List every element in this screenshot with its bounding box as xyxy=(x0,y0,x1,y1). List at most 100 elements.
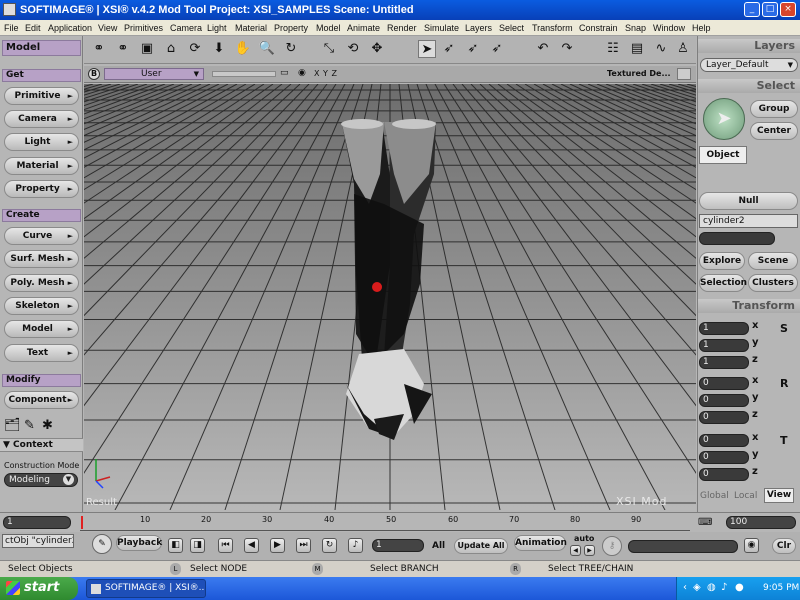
script-editor-icon[interactable]: ✎ xyxy=(92,534,112,554)
frame-selection-icon[interactable]: ▣ xyxy=(138,40,156,58)
viewport-letter-button[interactable]: B xyxy=(88,68,100,80)
construction-mode-select[interactable]: Modeling ▼ xyxy=(4,473,78,487)
taskbar-app-button[interactable]: SOFTIMAGE® | XSI®... xyxy=(86,579,206,598)
filter-field[interactable] xyxy=(699,232,775,245)
timeline-ruler[interactable]: 10 20 30 40 50 60 70 80 90 xyxy=(80,515,690,531)
menu-primitives[interactable]: Primitives xyxy=(124,23,163,33)
group-button[interactable]: Group xyxy=(750,100,798,118)
minimize-button[interactable]: _ xyxy=(744,2,760,17)
goto-end-icon[interactable]: ⏭ xyxy=(296,538,311,553)
scene-button[interactable]: Scene xyxy=(748,252,798,270)
global-tab[interactable]: Global xyxy=(700,491,729,501)
explorer-icon[interactable]: ☷ xyxy=(604,40,622,58)
selection-button[interactable]: Selection xyxy=(699,274,747,292)
model-header[interactable]: Model xyxy=(2,40,81,56)
menu-render[interactable]: Render xyxy=(387,23,417,33)
get-camera-button[interactable]: Camera ► xyxy=(4,110,79,128)
null-button[interactable]: Null xyxy=(699,192,798,210)
first-frame-icon[interactable]: ◧ xyxy=(168,538,183,553)
menu-help[interactable]: Help xyxy=(692,23,711,33)
rotate-mode-button[interactable]: R xyxy=(780,377,788,390)
menu-edit[interactable]: Edit xyxy=(25,23,41,33)
step-back-icon[interactable]: ◀ xyxy=(244,538,259,553)
rotate-tool-icon[interactable]: ⟲ xyxy=(344,40,362,58)
playback-button[interactable]: Playback xyxy=(116,535,162,551)
key-toggle-icon[interactable]: ◉ xyxy=(744,538,759,553)
zoom-icon[interactable]: 🔍 xyxy=(258,40,276,58)
timeline[interactable]: 1 10 20 30 40 50 60 70 80 90 ⌨ 100 xyxy=(0,512,800,532)
auto-key-label[interactable]: auto xyxy=(574,534,594,543)
select-lasso-icon[interactable]: ➶ xyxy=(488,40,506,58)
orbit-icon[interactable]: ↻ xyxy=(282,40,300,58)
translate-z-field[interactable]: 0 xyxy=(699,468,749,481)
create-skeleton-button[interactable]: Skeleton ► xyxy=(4,297,79,315)
maximize-viewport-icon[interactable] xyxy=(677,68,691,80)
viewport[interactable]: Result XSI Mod Tool xyxy=(84,84,696,510)
menu-simulate[interactable]: Simulate xyxy=(424,23,459,33)
translate-mode-button[interactable]: T xyxy=(780,434,788,447)
create-poly-mesh-button[interactable]: Poly. Mesh ► xyxy=(4,274,79,292)
camera-icon[interactable]: ▭ xyxy=(280,68,289,78)
menu-application[interactable]: Application xyxy=(48,23,92,33)
translate-y-field[interactable]: 0 xyxy=(699,451,749,464)
keyframe-field[interactable] xyxy=(628,540,738,553)
dolly-icon[interactable]: ⬇ xyxy=(210,40,228,58)
binoculars-icon[interactable]: ⚭ xyxy=(90,40,108,58)
animation-button[interactable]: Animation xyxy=(514,535,567,551)
menu-material[interactable]: Material xyxy=(235,23,267,33)
rotate-x-field[interactable]: 0 xyxy=(699,377,749,390)
palette-icon[interactable]: 🗂 xyxy=(4,418,21,433)
object-name-field[interactable]: cylinder2 xyxy=(699,214,798,228)
menu-animate[interactable]: Animate xyxy=(347,23,380,33)
close-button[interactable]: × xyxy=(780,2,796,17)
keyboard-icon[interactable]: ⌨ xyxy=(698,517,712,528)
binoculars-zoom-icon[interactable]: ⚭ xyxy=(114,40,132,58)
menu-window[interactable]: Window xyxy=(653,23,685,33)
menu-view[interactable]: View xyxy=(98,23,117,33)
eye-icon[interactable]: ◉ xyxy=(298,68,306,78)
layer-select[interactable]: Layer_Default ▼ xyxy=(700,58,798,72)
view-tab[interactable]: View xyxy=(764,488,794,503)
axis-toggles[interactable]: X Y Z xyxy=(314,69,337,78)
security-icon[interactable]: ◍ xyxy=(707,582,716,593)
menu-layers[interactable]: Layers xyxy=(465,23,492,33)
clusters-button[interactable]: Clusters xyxy=(748,274,798,292)
menu-select[interactable]: Select xyxy=(499,23,524,33)
speaker-icon[interactable]: ♪ xyxy=(721,582,727,593)
modify-component-button[interactable]: Component ► xyxy=(4,391,79,409)
rotate-y-field[interactable]: 0 xyxy=(699,394,749,407)
next-keyframe-icon[interactable]: ▶ xyxy=(584,545,595,556)
tray-chevron-icon[interactable]: ‹ xyxy=(683,582,687,593)
redo-icon[interactable]: ↷ xyxy=(558,40,576,58)
get-material-button[interactable]: Material ► xyxy=(4,157,79,175)
shading-mode-select[interactable]: Textured De... xyxy=(607,69,671,78)
loop-icon[interactable]: ↻ xyxy=(322,538,337,553)
select-header[interactable]: Select xyxy=(698,79,800,93)
scale-mode-button[interactable]: S xyxy=(780,322,788,335)
translate-tool-icon[interactable]: ✥ xyxy=(368,40,386,58)
translate-x-field[interactable]: 0 xyxy=(699,434,749,447)
local-tab[interactable]: Local xyxy=(734,491,757,501)
goto-start-icon[interactable]: ⏮ xyxy=(218,538,233,553)
play-icon[interactable]: ▶ xyxy=(270,538,285,553)
timeline-end-field[interactable]: 100 xyxy=(726,516,796,529)
clear-button[interactable]: Clr xyxy=(772,538,796,554)
undo-icon[interactable]: ↶ xyxy=(534,40,552,58)
context-header[interactable]: ▼ Context xyxy=(0,438,83,452)
select-rectangle-icon[interactable]: ➶ xyxy=(464,40,482,58)
transform-header[interactable]: Transform xyxy=(698,299,800,313)
start-button[interactable]: start xyxy=(0,577,78,600)
update-all-button[interactable]: Update All xyxy=(454,538,508,554)
menu-snap[interactable]: Snap xyxy=(625,23,646,33)
memo-cam-slots[interactable] xyxy=(212,71,276,77)
audio-icon[interactable]: ♪ xyxy=(348,538,363,553)
menu-transform[interactable]: Transform xyxy=(532,23,573,33)
brush-icon[interactable]: ✱ xyxy=(42,418,53,433)
explore-button[interactable]: Explore xyxy=(699,252,745,270)
get-primitive-button[interactable]: Primitive ► xyxy=(4,87,79,105)
prev-key-icon[interactable]: ◨ xyxy=(190,538,205,553)
menu-camera[interactable]: Camera xyxy=(170,23,202,33)
fcurve-icon[interactable]: ∿ xyxy=(652,40,670,58)
rotate-view-icon[interactable]: ⟳ xyxy=(186,40,204,58)
network-icon[interactable]: ◈ xyxy=(693,582,701,593)
